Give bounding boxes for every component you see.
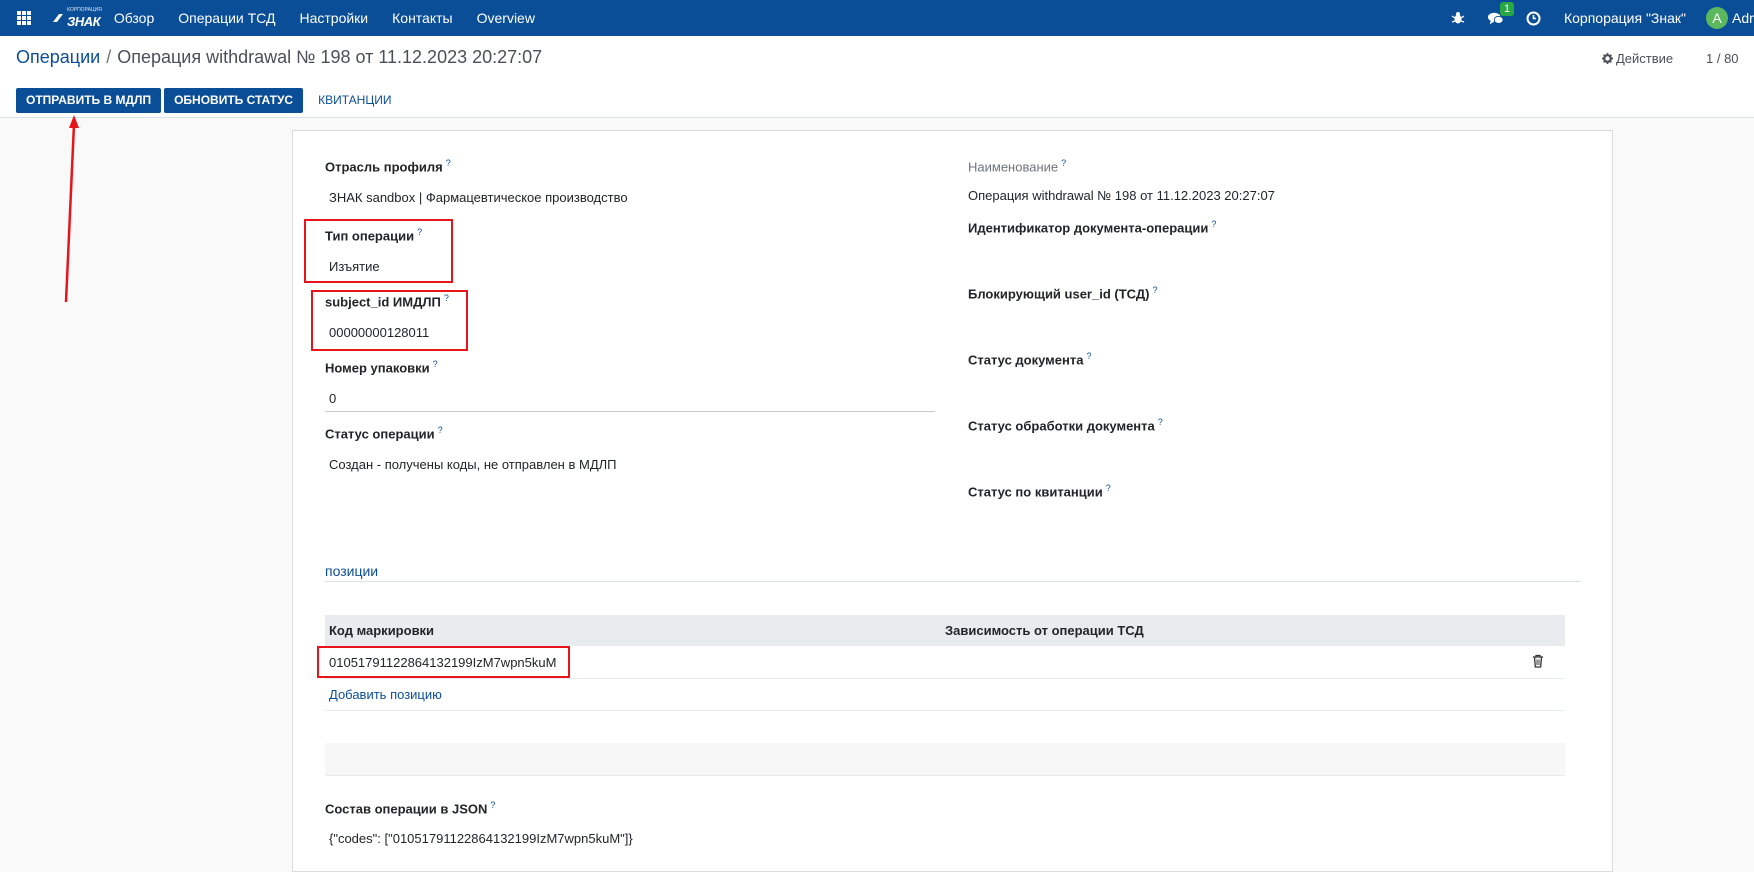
bug-icon[interactable] xyxy=(1450,10,1466,26)
operation-status-label: Статус операции? xyxy=(325,425,443,442)
nav-settings[interactable]: Настройки xyxy=(299,10,368,26)
json-composition-value: {"codes": ["01051791122864132199IzM7wpn5… xyxy=(329,831,633,846)
table-footer xyxy=(325,743,1565,776)
breadcrumb-separator: / xyxy=(106,47,112,67)
action-label: Действие xyxy=(1616,51,1674,66)
add-position-link[interactable]: Добавить позицию xyxy=(329,687,442,702)
action-dropdown[interactable]: Действие xyxy=(1602,51,1673,66)
operation-status-value: Создан - получены коды, не отправлен в М… xyxy=(329,457,617,472)
brand-name: ЗНАК xyxy=(67,13,101,29)
annotation-box-operation-type xyxy=(304,219,453,283)
user-avatar[interactable]: A xyxy=(1706,7,1728,29)
form-toolbar: ОТПРАВИТЬ В МДЛП ОБНОВИТЬ СТАТУС КВИТАНЦ… xyxy=(16,88,406,113)
package-number-label: Номер упаковки? xyxy=(325,359,438,376)
document-status-label: Статус документа? xyxy=(968,351,1092,368)
receipt-status-label: Статус по квитанции? xyxy=(968,483,1111,500)
form-sheet: Отрасль профиля? ЗНАК sandbox | Фармацев… xyxy=(292,130,1613,872)
brand-mark-icon xyxy=(53,14,63,22)
package-number-input[interactable]: 0 xyxy=(329,391,336,406)
breadcrumb-current: Операция withdrawal № 198 от 11.12.2023 … xyxy=(117,47,543,67)
column-tsd-dependency[interactable]: Зависимость от операции ТСД xyxy=(945,623,1144,638)
breadcrumb-operations-link[interactable]: Операции xyxy=(16,47,100,67)
top-navbar: КОРПОРАЦИЯ ЗНАК Обзор Операции ТСД Настр… xyxy=(0,0,1754,36)
trash-icon[interactable] xyxy=(1531,654,1545,668)
blocking-user-label: Блокирующий user_id (ТСД)? xyxy=(968,285,1158,302)
messages-badge: 1 xyxy=(1499,2,1515,16)
nav-tsd-operations[interactable]: Операции ТСД xyxy=(178,10,275,26)
package-number-underline xyxy=(325,411,935,412)
nav-overview-en[interactable]: Overview xyxy=(477,10,535,26)
navbar-systray: 1 Корпорация "Знак" A Adm xyxy=(1450,0,1754,36)
positions-table-header: Код маркировки Зависимость от операции Т… xyxy=(325,615,1565,646)
brand-logo[interactable]: КОРПОРАЦИЯ ЗНАК xyxy=(51,6,102,29)
json-composition-label: Состав операции в JSON? xyxy=(325,800,496,817)
annotation-box-marking-code xyxy=(317,646,570,678)
profile-industry-value[interactable]: ЗНАК sandbox | Фармацевтическое производ… xyxy=(329,190,628,205)
receipts-button[interactable]: КВИТАНЦИИ xyxy=(306,88,403,113)
empty-row xyxy=(325,711,1565,744)
positions-divider xyxy=(325,581,1581,582)
record-pager[interactable]: 1 / 80 xyxy=(1706,51,1739,66)
clock-icon[interactable] xyxy=(1526,10,1542,26)
name-value: Операция withdrawal № 198 от 11.12.2023 … xyxy=(968,188,1275,203)
breadcrumb: Операции / Операция withdrawal № 198 от 11… xyxy=(16,47,542,68)
add-line-row: Добавить позицию xyxy=(325,678,1565,711)
brand-top-text: КОРПОРАЦИЯ xyxy=(67,6,102,13)
name-label: Наименование? xyxy=(968,158,1067,175)
nav-contacts[interactable]: Контакты xyxy=(392,10,452,26)
company-switcher[interactable]: Корпорация "Знак" xyxy=(1564,10,1686,26)
send-to-mdlp-button[interactable]: ОТПРАВИТЬ В МДЛП xyxy=(16,88,162,113)
gear-icon xyxy=(1602,53,1613,64)
document-id-label: Идентификатор документа-операции? xyxy=(968,219,1217,236)
apps-grid-icon[interactable] xyxy=(17,11,31,25)
messages-icon[interactable]: 1 xyxy=(1487,2,1515,26)
column-marking-code[interactable]: Код маркировки xyxy=(329,623,434,638)
user-menu[interactable]: Adm xyxy=(1732,10,1754,26)
document-processing-status-label: Статус обработки документа? xyxy=(968,417,1163,434)
nav-overview[interactable]: Обзор xyxy=(114,10,154,26)
control-panel: Операции / Операция withdrawal № 198 от 11… xyxy=(0,36,1754,118)
positions-tab[interactable]: позиции xyxy=(325,563,378,579)
profile-industry-label: Отрасль профиля? xyxy=(325,158,451,175)
update-status-button[interactable]: ОБНОВИТЬ СТАТУС xyxy=(164,88,304,113)
annotation-box-subject-id xyxy=(311,290,468,351)
